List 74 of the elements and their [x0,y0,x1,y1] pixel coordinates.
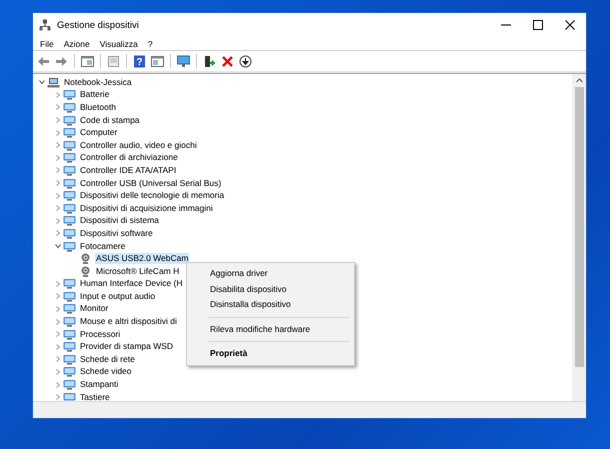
device-icon [63,89,76,100]
device-icon [63,290,76,302]
tree-item[interactable]: Human Interface Device (H [79,278,184,290]
device-icon [63,303,76,314]
panel-icon[interactable] [80,54,95,68]
maximize-icon[interactable] [533,20,543,30]
device-icon [63,316,76,328]
tree-item[interactable]: Input e output audio [79,290,156,302]
menu-item[interactable]: File [36,38,60,48]
tree-item[interactable]: Controller audio, video e giochi [79,140,198,151]
webcam-icon [79,266,92,277]
help-icon[interactable]: ? [132,54,147,68]
tree-item[interactable]: Schede di rete [79,354,136,365]
context-menu-item[interactable]: Disabilita dispositivo [189,282,352,297]
tree-item[interactable]: Notebook-Jessica [63,76,133,88]
tree-item[interactable]: Controller di archiviazione [79,152,179,164]
menu-item[interactable]: Visualizza [96,38,144,48]
device-icon [63,379,76,390]
tree-item[interactable]: Schede video [79,366,133,378]
tree-item[interactable]: Computer [79,127,118,138]
panel-icon[interactable] [150,54,165,68]
app-icon [39,19,51,31]
close-icon[interactable] [565,20,575,30]
tree-item[interactable]: Monitor [79,303,110,314]
context-menu-item[interactable]: Disinstalla dispositivo [189,297,352,312]
tree-item[interactable]: Code di stampa [79,114,141,126]
tree-item[interactable]: Dispositivi di sistema [79,215,160,226]
menu-item[interactable]: Azione [60,38,96,48]
device-icon [63,164,76,176]
device-icon [63,354,76,365]
computer-icon [47,76,60,88]
tree-item[interactable]: Provider di stampa WSD [79,341,174,352]
tree-item[interactable]: Dispositivi di acquisizione immagini [79,202,214,214]
tree-item[interactable]: Fotocamere [79,240,126,252]
tree-item[interactable]: Controller IDE ATA/ATAPI [79,164,178,176]
device-icon [63,240,76,252]
device-icon [63,366,76,378]
device-icon [63,102,76,113]
window-title: Gestione dispositivi [57,20,140,30]
tree-item[interactable]: ASUS USB2.0 WebCam [95,253,190,264]
device-icon [63,228,76,239]
device-icon [63,392,76,401]
delete-icon[interactable] [220,54,235,68]
scroll-up-icon[interactable] [576,78,582,82]
device-icon [63,278,76,290]
context-menu-item[interactable]: Aggiorna driver [189,266,352,282]
tree-item[interactable]: Dispositivi delle tecnologie di memoria [79,190,226,202]
tree-item[interactable]: Tastiere [79,392,111,401]
device-icon [63,127,76,138]
device-icon [63,114,76,126]
properties-icon[interactable] [106,54,121,68]
monitor-icon[interactable] [176,54,191,68]
scrollbar[interactable] [572,74,586,401]
tree-item[interactable]: Controller USB (Universal Serial Bus) [79,178,222,189]
tree-item[interactable]: Mouse e altri dispositivi di [79,316,178,328]
device-icon [63,341,76,352]
device-icon [63,140,76,151]
tree-item[interactable]: Stampanti [79,379,120,390]
tree-item[interactable]: Bluetooth [79,102,117,113]
tree-item[interactable]: Batterie [79,89,110,100]
context-menu-item[interactable]: Rileva modifiche hardware [189,322,352,337]
device-icon [63,190,76,202]
device-icon [63,215,76,226]
device-icon [63,152,76,164]
tree-item[interactable]: Dispositivi software [79,228,154,239]
menu-item[interactable]: ? [144,38,159,48]
device-icon [63,328,76,340]
download-icon[interactable] [238,54,253,68]
device-icon [63,202,76,214]
webcam-icon [79,253,92,264]
tree-item[interactable]: Processori [79,328,122,340]
device-icon [63,178,76,189]
context-menu-item[interactable]: Proprietà [189,346,352,362]
tree-item[interactable]: Microsoft® LifeCam H [95,266,180,277]
